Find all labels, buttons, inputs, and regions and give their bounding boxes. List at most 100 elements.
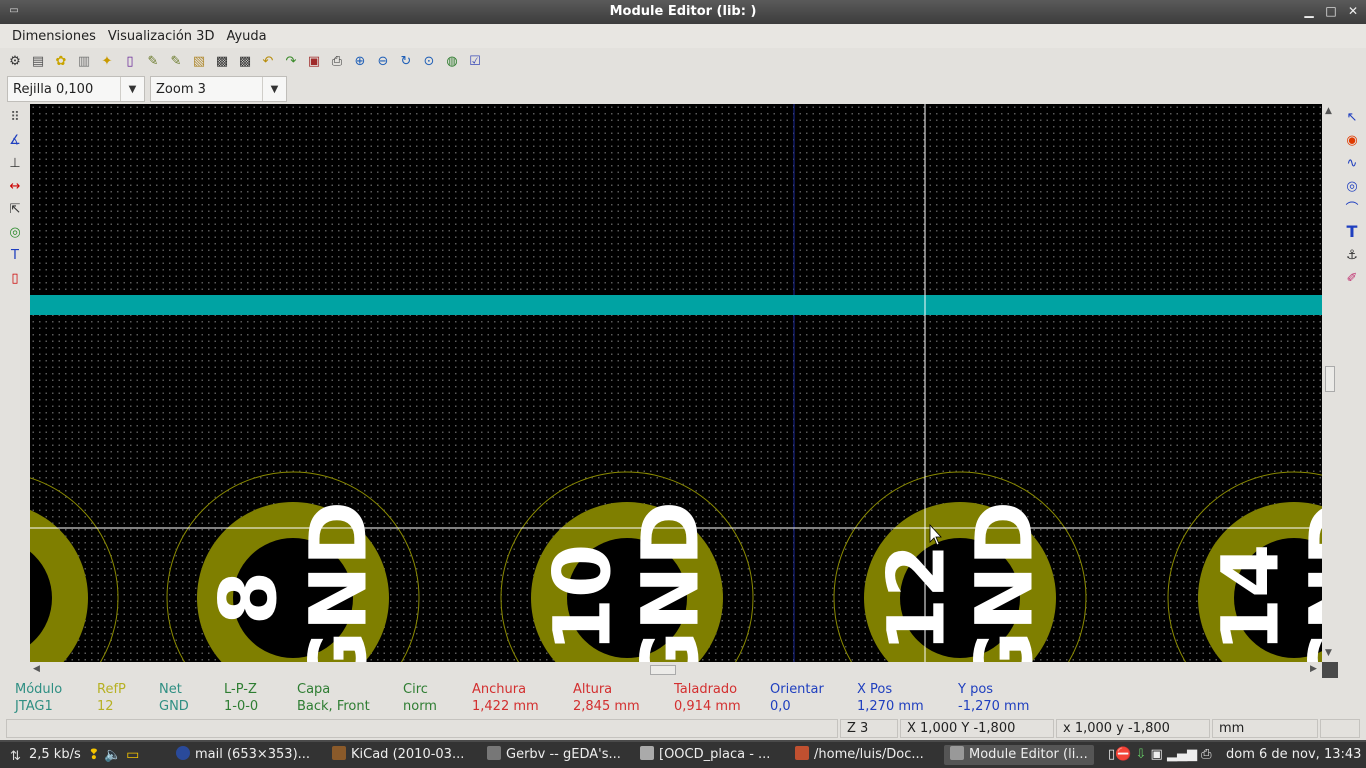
volume-icon[interactable]: 🔈 (104, 747, 121, 763)
grid-toggle-icon[interactable]: ⠿ (4, 106, 26, 128)
module-properties-icon[interactable]: ▯ (119, 50, 141, 72)
menu-bar: Dimensiones Visualización 3D Ayuda (0, 24, 1366, 48)
scroll-down-icon[interactable]: ▼ (1325, 648, 1332, 658)
cursor-shape-icon[interactable]: ⇱ (4, 198, 26, 220)
check-module-icon[interactable]: ☑ (464, 50, 486, 72)
silkscreen-track (30, 295, 1322, 315)
select-module-icon[interactable]: ⚙ (4, 50, 26, 72)
chevron-down-icon[interactable]: ▼ (120, 77, 144, 101)
info-column: Taladrado 0,914 mm (674, 681, 741, 715)
drawing-canvas[interactable]: 8 10 12 14 GND GND GND GND (30, 104, 1322, 662)
close-button[interactable]: ✕ (1344, 3, 1362, 21)
add-line-icon[interactable]: ∿ (1341, 152, 1363, 174)
add-text-icon[interactable]: T (1341, 221, 1363, 243)
info-column: Capa Back, Front (297, 681, 370, 715)
network-icon: ⇅ (10, 749, 21, 764)
info-column: Orientar 0,0 (770, 681, 824, 715)
horizontal-scrollbar[interactable]: ◀ ▶ (30, 662, 1322, 678)
block-icon[interactable]: ⛔ (1115, 747, 1131, 762)
edit-text-icon[interactable]: ✎ (165, 50, 187, 72)
pad-net-label: GND (294, 501, 384, 662)
import-module-icon[interactable]: ▩ (211, 50, 233, 72)
pad-0[interactable] (30, 472, 119, 662)
clock[interactable]: dom 6 de nov, 13:43 (1226, 745, 1361, 765)
info-header: Net (159, 682, 182, 697)
add-pad-icon[interactable]: ◉ (1341, 129, 1363, 151)
status-extra (1320, 719, 1360, 738)
edge-sketch-icon[interactable]: ▯ (4, 267, 26, 289)
zoom-select-value: Zoom 3 (156, 81, 206, 97)
delete-icon[interactable]: ✐ (1341, 267, 1363, 289)
zoom-fit-icon[interactable]: ⊙ (418, 50, 440, 72)
anchor-icon[interactable]: ⚓ (1341, 244, 1363, 266)
pad-net-label: GND (1294, 501, 1322, 662)
task-mail-label: mail (653×353)... (195, 747, 311, 762)
app-icon: ▭ (9, 5, 19, 16)
task-mail[interactable]: mail (653×353)... (176, 745, 310, 765)
status-zoom: Z 3 (840, 719, 898, 738)
add-arc-icon[interactable]: ⌒ (1341, 198, 1363, 220)
library-icon[interactable]: ▥ (73, 50, 95, 72)
menu-visualizacion-3d[interactable]: Visualización 3D (102, 29, 221, 44)
download-icon[interactable]: ⇩ (1135, 747, 1146, 762)
task-oocd[interactable]: [OOCD_placa - ... (640, 745, 770, 765)
scroll-left-icon[interactable]: ◀ (33, 664, 40, 674)
zoom-redraw-icon[interactable]: ↻ (395, 50, 417, 72)
info-header: Anchura (472, 682, 527, 697)
scroll-right-icon[interactable]: ▶ (1310, 664, 1317, 674)
notes-icon[interactable]: ❢ (88, 747, 100, 763)
grid-select-value: Rejilla 0,100 (13, 81, 94, 97)
folder-icon[interactable]: ▭ (126, 747, 139, 763)
units-inch-icon[interactable]: ⊥ (4, 152, 26, 174)
new-library-icon[interactable]: ✦ (96, 50, 118, 72)
info-column: Net GND (159, 681, 189, 715)
maximize-button[interactable]: □ (1322, 3, 1340, 21)
zoom-in-icon[interactable]: ⊕ (349, 50, 371, 72)
info-value: 0,0 (770, 699, 791, 714)
info-header: X Pos (857, 682, 893, 697)
chevron-down-icon[interactable]: ▼ (262, 77, 286, 101)
info-value: 0,914 mm (674, 699, 741, 714)
grid-select[interactable]: Rejilla 0,100 ▼ (7, 76, 145, 102)
zoom-out-icon[interactable]: ⊖ (372, 50, 394, 72)
task-gerbv[interactable]: Gerbv -- gEDA's... (487, 745, 621, 765)
info-value: 12 (97, 699, 114, 714)
printer-icon[interactable]: ⎙ (1201, 747, 1211, 762)
new-module-icon[interactable]: ▤ (27, 50, 49, 72)
system-tray: ▯⛔ ⇩ ▣ ▂▄▆ ⎙ (1108, 745, 1212, 765)
load-library-icon[interactable]: ✿ (50, 50, 72, 72)
zoom-select[interactable]: Zoom 3 ▼ (150, 76, 287, 102)
minimize-button[interactable]: ▁ (1300, 3, 1318, 21)
taskbar: ⇅ 2,5 kb/s ❢ 🔈 ▭ mail (653×353)... KiCad … (0, 742, 1366, 768)
redo-icon[interactable]: ↷ (280, 50, 302, 72)
add-circle-icon[interactable]: ◎ (1341, 175, 1363, 197)
units-mm-icon[interactable]: ↔ (4, 175, 26, 197)
signal-icon[interactable]: ▂▄▆ (1167, 747, 1197, 762)
select-cursor-icon[interactable]: ↖ (1341, 106, 1363, 128)
scroll-thumb[interactable] (650, 665, 676, 675)
vertical-scrollbar[interactable]: ▲ ▼ (1322, 104, 1338, 662)
monitor-icon[interactable]: ▣ (1151, 747, 1163, 762)
info-value: norm (403, 699, 437, 714)
menu-dimensiones[interactable]: Dimensiones (6, 29, 102, 44)
task-kicad[interactable]: KiCad (2010-03... (332, 745, 464, 765)
text-sketch-icon[interactable]: T (4, 244, 26, 266)
edit-icon[interactable]: ✎ (142, 50, 164, 72)
menu-ayuda[interactable]: Ayuda (220, 29, 272, 44)
module-edit-icon[interactable]: ▣ (303, 50, 325, 72)
new-file-icon[interactable]: ▧ (188, 50, 210, 72)
applet-icons[interactable]: ❢ 🔈 ▭ (88, 745, 139, 765)
task-module-editor[interactable]: Module Editor (li... (944, 745, 1094, 765)
netspeed-applet[interactable]: ⇅ 2,5 kb/s (10, 745, 81, 765)
print-icon[interactable]: ⎙ (326, 50, 348, 72)
task-home[interactable]: /home/luis/Doc... (795, 745, 924, 765)
scroll-thumb[interactable] (1325, 366, 1335, 392)
scroll-up-icon[interactable]: ▲ (1325, 106, 1332, 116)
kicad-icon (332, 746, 346, 760)
polar-coords-icon[interactable]: ∡ (4, 129, 26, 151)
export-module-icon[interactable]: ▩ (234, 50, 256, 72)
status-rel-coords: x 1,000 y -1,800 (1056, 719, 1210, 738)
pad-settings-icon[interactable]: ◍ (441, 50, 463, 72)
undo-icon[interactable]: ↶ (257, 50, 279, 72)
pad-sketch-icon[interactable]: ◎ (4, 221, 26, 243)
